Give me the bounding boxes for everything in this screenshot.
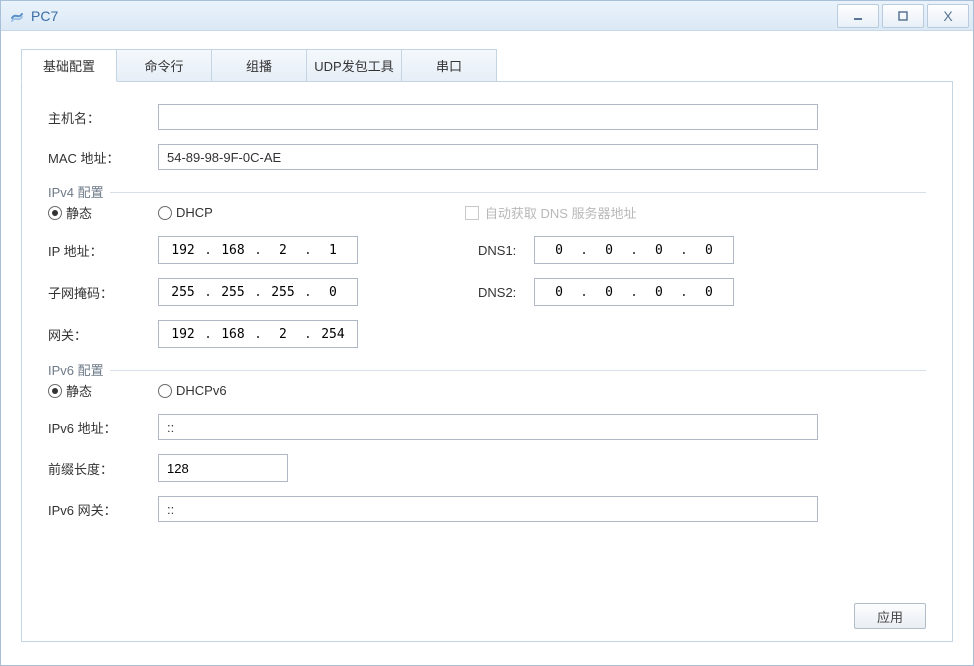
mask-label: 子网掩码： — [48, 283, 158, 302]
gateway-input[interactable]: . . . — [158, 320, 358, 348]
maximize-button[interactable] — [882, 4, 924, 28]
ipv4-legend: IPv4 配置 — [48, 182, 110, 201]
mac-label: MAC 地址： — [48, 148, 158, 167]
ipv4-static-radio[interactable]: 静态 — [48, 203, 158, 222]
radio-label: DHCPv6 — [176, 383, 227, 398]
ip-octet[interactable] — [169, 243, 197, 258]
hostname-label: 主机名： — [48, 108, 158, 127]
radio-icon — [158, 206, 172, 220]
window-title: PC7 — [31, 8, 58, 24]
radio-label: 静态 — [66, 381, 92, 400]
ip-octet[interactable] — [645, 243, 673, 258]
ipv6-radio-row: 静态 DHCPv6 — [48, 381, 926, 400]
ip-address-input[interactable]: . . . — [158, 236, 358, 264]
titlebar: PC7 X — [1, 1, 973, 31]
app-window: PC7 X 基础配置 命令行 组播 UDP发包工具 串口 主机名： — [0, 0, 974, 666]
app-icon — [9, 8, 25, 24]
ip-octet[interactable] — [169, 285, 197, 300]
ipv6-legend: IPv6 配置 — [48, 360, 110, 379]
row-gateway: 网关： . . . — [48, 320, 926, 348]
row-mask-dns2: 子网掩码： . . . DNS2: . . . — [48, 278, 926, 306]
gateway-label: 网关： — [48, 325, 158, 344]
dns1-input[interactable]: . . . — [534, 236, 734, 264]
divider — [48, 370, 926, 371]
ip-octet[interactable] — [545, 285, 573, 300]
ipv6-gw-label: IPv6 网关： — [48, 500, 158, 519]
content-area: 基础配置 命令行 组播 UDP发包工具 串口 主机名： MAC 地址： IPv4… — [1, 31, 973, 656]
ip-octet[interactable] — [269, 327, 297, 342]
tabs: 基础配置 命令行 组播 UDP发包工具 串口 — [21, 49, 953, 82]
row-mac: MAC 地址： — [48, 144, 926, 170]
tab-label: 串口 — [436, 59, 462, 74]
row-ipv6-addr: IPv6 地址： — [48, 414, 926, 440]
row-ipv6-gw: IPv6 网关： — [48, 496, 926, 522]
tab-basic-config[interactable]: 基础配置 — [21, 49, 117, 82]
row-ipv6-prefix: 前缀长度： — [48, 454, 926, 482]
ip-octet[interactable] — [645, 285, 673, 300]
ip-octet[interactable] — [219, 327, 247, 342]
ip-label: IP 地址： — [48, 241, 158, 260]
tab-label: 基础配置 — [43, 59, 95, 74]
ip-octet[interactable] — [169, 327, 197, 342]
ipv6-prefix-input[interactable] — [158, 454, 288, 482]
tab-body: 主机名： MAC 地址： IPv4 配置 静态 — [21, 82, 953, 642]
tab-udp-tool[interactable]: UDP发包工具 — [306, 49, 402, 81]
ip-octet[interactable] — [319, 243, 347, 258]
ipv6-addr-label: IPv6 地址： — [48, 418, 158, 437]
hostname-input[interactable] — [158, 104, 818, 130]
dns2-label: DNS2: — [478, 285, 534, 300]
ipv4-dhcp-radio[interactable]: DHCP — [158, 205, 213, 220]
auto-dns-checkbox[interactable]: 自动获取 DNS 服务器地址 — [465, 203, 637, 222]
dns1-label: DNS1: — [478, 243, 534, 258]
dns2-input[interactable]: . . . — [534, 278, 734, 306]
window-controls: X — [838, 1, 973, 30]
checkbox-label: 自动获取 DNS 服务器地址 — [485, 203, 637, 222]
ip-octet[interactable] — [219, 285, 247, 300]
ipv6-fieldset: IPv6 配置 静态 DHCPv6 IPv6 地址： — [48, 362, 926, 522]
ip-octet[interactable] — [269, 243, 297, 258]
tab-multicast[interactable]: 组播 — [211, 49, 307, 81]
radio-icon — [158, 384, 172, 398]
tab-label: 组播 — [246, 59, 272, 74]
ipv6-address-input[interactable] — [158, 414, 818, 440]
checkbox-icon — [465, 206, 479, 220]
ip-octet[interactable] — [319, 327, 347, 342]
ipv4-radio-row: 静态 DHCP 自动获取 DNS 服务器地址 — [48, 203, 926, 222]
ipv6-gateway-input[interactable] — [158, 496, 818, 522]
tab-serial[interactable]: 串口 — [401, 49, 497, 81]
divider — [48, 192, 926, 193]
radio-label: 静态 — [66, 203, 92, 222]
radio-icon — [48, 206, 62, 220]
ipv6-static-radio[interactable]: 静态 — [48, 381, 158, 400]
tab-cli[interactable]: 命令行 — [116, 49, 212, 81]
ip-octet[interactable] — [219, 243, 247, 258]
radio-icon — [48, 384, 62, 398]
tab-label: 命令行 — [144, 59, 183, 74]
minimize-button[interactable] — [837, 4, 879, 28]
subnet-mask-input[interactable]: . . . — [158, 278, 358, 306]
tab-label: UDP发包工具 — [314, 59, 393, 74]
ip-octet[interactable] — [695, 243, 723, 258]
apply-button[interactable]: 应用 — [854, 603, 926, 629]
ip-octet[interactable] — [545, 243, 573, 258]
ip-octet[interactable] — [595, 285, 623, 300]
ip-octet[interactable] — [269, 285, 297, 300]
ipv4-fieldset: IPv4 配置 静态 DHCP 自动获取 DNS 服务器地址 — [48, 184, 926, 348]
ip-octet[interactable] — [595, 243, 623, 258]
titlebar-left: PC7 — [9, 8, 58, 24]
ip-octet[interactable] — [695, 285, 723, 300]
mac-input[interactable] — [158, 144, 818, 170]
ipv6-prefix-label: 前缀长度： — [48, 459, 158, 478]
ipv6-dhcpv6-radio[interactable]: DHCPv6 — [158, 383, 227, 398]
radio-label: DHCP — [176, 205, 213, 220]
ip-octet[interactable] — [319, 285, 347, 300]
row-hostname: 主机名： — [48, 104, 926, 130]
row-ip-dns1: IP 地址： . . . DNS1: . . . — [48, 236, 926, 264]
close-button[interactable]: X — [927, 4, 969, 28]
